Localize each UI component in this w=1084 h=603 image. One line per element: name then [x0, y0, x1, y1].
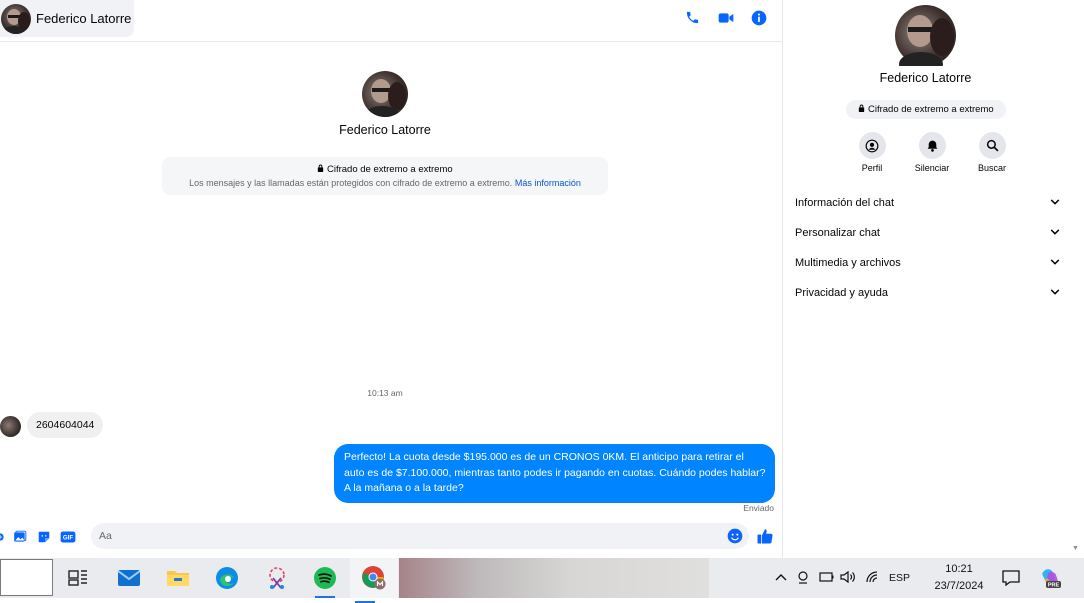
header-actions — [683, 8, 768, 27]
profile-name: Federico Latorre — [339, 123, 431, 137]
taskbar-background — [399, 558, 709, 598]
details-name: Federico Latorre — [879, 71, 972, 85]
chat-header: Federico Latorre — [0, 0, 782, 42]
composer-actions: GIF — [0, 529, 76, 545]
more-info-link[interactable]: Más información — [515, 178, 581, 188]
menu-media-files[interactable]: Multimedia y archivos — [795, 248, 1060, 278]
meet-now-icon[interactable] — [796, 570, 810, 587]
conversation-details-panel: Federico Latorre Cifrado de extremo a ex… — [782, 0, 1067, 558]
snipping-tool-icon[interactable] — [262, 563, 292, 593]
encryption-title: Cifrado de extremo a extremo — [162, 164, 608, 175]
search-icon[interactable] — [978, 132, 1006, 159]
edge-icon[interactable] — [212, 563, 242, 593]
notifications-icon[interactable] — [1002, 558, 1020, 598]
contact-avatar[interactable] — [1, 3, 31, 34]
chevron-down-icon — [1050, 257, 1060, 269]
contact-name[interactable]: Federico Latorre — [36, 11, 131, 26]
like-icon[interactable] — [756, 527, 774, 545]
encryption-description: Los mensajes y las llamadas están proteg… — [189, 178, 581, 188]
gif-icon[interactable]: GIF — [60, 529, 76, 545]
messenger-app: Federico Latorre Federico Latorre Cifrad… — [0, 0, 1084, 558]
profile-button[interactable]: Perfil — [855, 132, 889, 173]
language-indicator[interactable]: ESP — [889, 572, 910, 584]
profile-label: Perfil — [861, 163, 883, 173]
profile-avatar[interactable] — [362, 71, 408, 117]
chrome-icon[interactable] — [350, 558, 398, 603]
chevron-down-icon — [1050, 197, 1060, 209]
message-input[interactable] — [91, 523, 749, 549]
spotify-icon[interactable] — [310, 563, 340, 598]
svg-text:PRE: PRE — [1048, 583, 1060, 589]
volume-icon[interactable] — [840, 570, 856, 587]
message-timestamp: 10:13 am — [367, 388, 403, 398]
message-composer: GIF — [0, 520, 782, 554]
incoming-message[interactable]: 2604604044 — [27, 412, 104, 438]
details-actions: Perfil Silenciar Buscar — [855, 132, 1009, 173]
video-icon[interactable] — [716, 8, 735, 27]
encryption-badge[interactable]: Cifrado de extremo a extremo — [846, 100, 1006, 119]
profile-icon[interactable] — [858, 132, 886, 159]
menu-customize-chat[interactable]: Personalizar chat — [795, 218, 1060, 248]
chat-body[interactable]: Federico Latorre Cifrado de extremo a ex… — [0, 42, 782, 520]
wifi-icon[interactable] — [865, 570, 879, 586]
outgoing-message[interactable]: Perfecto! La cuota desde $195.000 es de … — [334, 444, 775, 503]
system-tray: ESP — [775, 558, 910, 598]
header-contact[interactable]: Federico Latorre — [0, 0, 134, 37]
search-label: Buscar — [977, 163, 1006, 173]
chevron-down-icon — [1050, 287, 1060, 299]
bell-icon[interactable] — [918, 132, 946, 159]
menu-privacy-help[interactable]: Privacidad y ayuda — [795, 278, 1060, 308]
chevron-up-icon[interactable] — [775, 572, 787, 584]
phone-icon[interactable] — [683, 8, 702, 27]
plus-icon[interactable] — [0, 529, 4, 545]
image-icon[interactable] — [12, 529, 28, 545]
mute-label: Silenciar — [914, 163, 950, 173]
clock-date: 23/7/2024 — [934, 580, 984, 592]
mute-button[interactable]: Silenciar — [915, 132, 949, 173]
sender-avatar[interactable] — [0, 416, 21, 437]
scroll-down-icon[interactable]: ▼ — [1072, 545, 1079, 552]
svg-text:GIF: GIF — [63, 534, 73, 541]
info-icon[interactable] — [749, 8, 768, 27]
details-menu: Información del chat Personalizar chat M… — [795, 188, 1060, 308]
task-view-icon[interactable] — [63, 563, 93, 593]
taskbar-search-box[interactable] — [0, 559, 53, 596]
encryption-notice: Cifrado de extremo a extremo Los mensaje… — [162, 157, 608, 195]
sticker-icon[interactable] — [36, 529, 52, 545]
copilot-icon[interactable]: PRE — [1040, 558, 1062, 598]
battery-icon[interactable] — [818, 571, 834, 586]
file-explorer-icon[interactable] — [163, 563, 193, 593]
menu-chat-info[interactable]: Información del chat — [795, 188, 1060, 218]
scrollbar[interactable]: ▼ — [1067, 0, 1084, 558]
details-avatar[interactable] — [895, 5, 956, 76]
taskbar-clock[interactable]: 10:21 23/7/2024 — [930, 561, 988, 595]
chevron-down-icon — [1050, 227, 1060, 239]
windows-taskbar: ESP 10:21 23/7/2024 PRE — [0, 558, 1084, 603]
search-button[interactable]: Buscar — [975, 132, 1009, 173]
lock-icon — [858, 104, 865, 115]
mail-icon[interactable] — [114, 563, 144, 593]
message-status: Enviado — [743, 503, 774, 513]
clock-time: 10:21 — [945, 563, 973, 575]
emoji-icon[interactable] — [727, 528, 743, 544]
lock-icon — [317, 164, 324, 175]
